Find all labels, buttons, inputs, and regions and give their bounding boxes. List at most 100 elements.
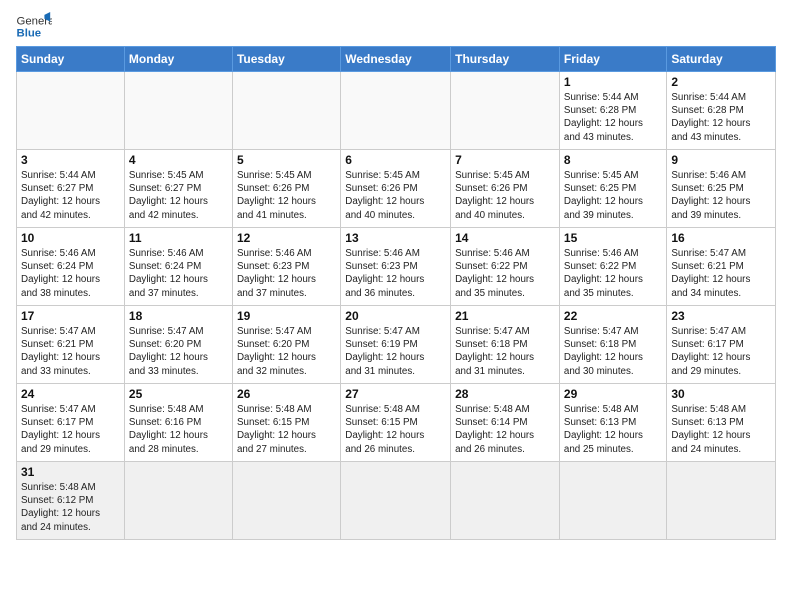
cell-daylight-info: Sunrise: 5:48 AMSunset: 6:12 PMDaylight:… [21,481,120,534]
calendar-cell: 18 Sunrise: 5:47 AMSunset: 6:20 PMDayligh… [124,306,232,384]
calendar-week-row: 10 Sunrise: 5:46 AMSunset: 6:24 PMDayligh… [17,228,776,306]
calendar-cell: 2 Sunrise: 5:44 AMSunset: 6:28 PMDaylight… [667,72,776,150]
cell-day-number: 19 [237,309,336,323]
calendar-cell: 14 Sunrise: 5:46 AMSunset: 6:22 PMDayligh… [451,228,560,306]
calendar-cell: 26Sunrise: 5:48 AMSunset: 6:15 PMDayligh… [232,384,340,462]
cell-daylight-info: Sunrise: 5:48 AMSunset: 6:13 PMDaylight:… [564,403,662,456]
cell-day-number: 18 [129,309,228,323]
calendar-week-row: 17Sunrise: 5:47 AMSunset: 6:21 PMDayligh… [17,306,776,384]
cell-day-number: 31 [21,465,120,479]
calendar-cell: 22 Sunrise: 5:47 AMSunset: 6:18 PMDayligh… [559,306,666,384]
calendar-cell [667,462,776,540]
calendar-cell: 25Sunrise: 5:48 AMSunset: 6:16 PMDayligh… [124,384,232,462]
calendar-cell: 11 Sunrise: 5:46 AMSunset: 6:24 PMDayligh… [124,228,232,306]
cell-daylight-info: Sunrise: 5:47 AMSunset: 6:21 PMDaylight:… [671,247,771,300]
cell-daylight-info: Sunrise: 5:46 AMSunset: 6:23 PMDaylight:… [237,247,336,300]
calendar-week-row: 1 Sunrise: 5:44 AMSunset: 6:28 PMDaylight… [17,72,776,150]
cell-daylight-info: Sunrise: 5:48 AMSunset: 6:13 PMDaylight:… [671,403,771,456]
cell-day-number: 3 [21,153,120,167]
cell-day-number: 7 [455,153,555,167]
cell-daylight-info: Sunrise: 5:46 AMSunset: 6:24 PMDaylight:… [21,247,120,300]
cell-daylight-info: Sunrise: 5:47 AMSunset: 6:19 PMDaylight:… [345,325,446,378]
cell-daylight-info: Sunrise: 5:45 AMSunset: 6:26 PMDaylight:… [237,169,336,222]
calendar-cell [559,462,666,540]
calendar-cell: 21Sunrise: 5:47 AMSunset: 6:18 PMDayligh… [451,306,560,384]
cell-daylight-info: Sunrise: 5:46 AMSunset: 6:22 PMDaylight:… [564,247,662,300]
calendar: SundayMondayTuesdayWednesdayThursdayFrid… [16,46,776,540]
weekday-header-wednesday: Wednesday [341,47,451,72]
cell-day-number: 4 [129,153,228,167]
weekday-header-thursday: Thursday [451,47,560,72]
svg-text:Blue: Blue [17,28,42,40]
generalblue-logo-icon: General Blue [16,12,52,40]
cell-daylight-info: Sunrise: 5:47 AMSunset: 6:18 PMDaylight:… [564,325,662,378]
cell-daylight-info: Sunrise: 5:45 AMSunset: 6:26 PMDaylight:… [455,169,555,222]
calendar-cell: 17Sunrise: 5:47 AMSunset: 6:21 PMDayligh… [17,306,125,384]
cell-day-number: 20 [345,309,446,323]
page: General Blue SundayMondayTuesdayWednesda… [0,0,792,612]
calendar-cell: 8 Sunrise: 5:45 AMSunset: 6:25 PMDaylight… [559,150,666,228]
cell-day-number: 8 [564,153,662,167]
calendar-cell: 12 Sunrise: 5:46 AMSunset: 6:23 PMDayligh… [232,228,340,306]
cell-daylight-info: Sunrise: 5:46 AMSunset: 6:22 PMDaylight:… [455,247,555,300]
cell-daylight-info: Sunrise: 5:45 AMSunset: 6:27 PMDaylight:… [129,169,228,222]
cell-day-number: 26 [237,387,336,401]
cell-daylight-info: Sunrise: 5:47 AMSunset: 6:20 PMDaylight:… [129,325,228,378]
cell-day-number: 14 [455,231,555,245]
cell-day-number: 24 [21,387,120,401]
cell-day-number: 1 [564,75,662,89]
calendar-cell [341,462,451,540]
cell-day-number: 12 [237,231,336,245]
calendar-cell: 4 Sunrise: 5:45 AMSunset: 6:27 PMDaylight… [124,150,232,228]
calendar-cell: 6 Sunrise: 5:45 AMSunset: 6:26 PMDaylight… [341,150,451,228]
calendar-cell [232,72,340,150]
cell-day-number: 22 [564,309,662,323]
calendar-cell: 5Sunrise: 5:45 AMSunset: 6:26 PMDaylight… [232,150,340,228]
cell-daylight-info: Sunrise: 5:46 AMSunset: 6:25 PMDaylight:… [671,169,771,222]
cell-day-number: 9 [671,153,771,167]
cell-daylight-info: Sunrise: 5:45 AMSunset: 6:25 PMDaylight:… [564,169,662,222]
cell-day-number: 16 [671,231,771,245]
weekday-header-tuesday: Tuesday [232,47,340,72]
cell-day-number: 30 [671,387,771,401]
calendar-cell [451,462,560,540]
calendar-cell: 10 Sunrise: 5:46 AMSunset: 6:24 PMDayligh… [17,228,125,306]
cell-daylight-info: Sunrise: 5:47 AMSunset: 6:21 PMDaylight:… [21,325,120,378]
cell-day-number: 23 [671,309,771,323]
cell-day-number: 28 [455,387,555,401]
calendar-cell: 29Sunrise: 5:48 AMSunset: 6:13 PMDayligh… [559,384,666,462]
calendar-cell [17,72,125,150]
calendar-cell: 30 Sunrise: 5:48 AMSunset: 6:13 PMDayligh… [667,384,776,462]
calendar-cell: 1 Sunrise: 5:44 AMSunset: 6:28 PMDaylight… [559,72,666,150]
calendar-cell: 31 Sunrise: 5:48 AMSunset: 6:12 PMDayligh… [17,462,125,540]
cell-day-number: 11 [129,231,228,245]
cell-daylight-info: Sunrise: 5:46 AMSunset: 6:23 PMDaylight:… [345,247,446,300]
cell-daylight-info: Sunrise: 5:47 AMSunset: 6:17 PMDaylight:… [21,403,120,456]
logo: General Blue [16,12,52,40]
calendar-cell [232,462,340,540]
calendar-cell: 19 Sunrise: 5:47 AMSunset: 6:20 PMDayligh… [232,306,340,384]
cell-day-number: 15 [564,231,662,245]
cell-daylight-info: Sunrise: 5:47 AMSunset: 6:17 PMDaylight:… [671,325,771,378]
cell-daylight-info: Sunrise: 5:44 AMSunset: 6:28 PMDaylight:… [564,91,662,144]
calendar-cell: 3Sunrise: 5:44 AMSunset: 6:27 PMDaylight… [17,150,125,228]
calendar-cell [124,72,232,150]
cell-day-number: 6 [345,153,446,167]
weekday-header-monday: Monday [124,47,232,72]
cell-day-number: 21 [455,309,555,323]
cell-daylight-info: Sunrise: 5:47 AMSunset: 6:20 PMDaylight:… [237,325,336,378]
cell-day-number: 2 [671,75,771,89]
calendar-cell: 15 Sunrise: 5:46 AMSunset: 6:22 PMDayligh… [559,228,666,306]
weekday-header-saturday: Saturday [667,47,776,72]
weekday-header-friday: Friday [559,47,666,72]
cell-day-number: 27 [345,387,446,401]
cell-daylight-info: Sunrise: 5:48 AMSunset: 6:15 PMDaylight:… [345,403,446,456]
cell-day-number: 10 [21,231,120,245]
cell-daylight-info: Sunrise: 5:46 AMSunset: 6:24 PMDaylight:… [129,247,228,300]
weekday-header-row: SundayMondayTuesdayWednesdayThursdayFrid… [17,47,776,72]
calendar-cell: 23 Sunrise: 5:47 AMSunset: 6:17 PMDayligh… [667,306,776,384]
cell-daylight-info: Sunrise: 5:44 AMSunset: 6:28 PMDaylight:… [671,91,771,144]
calendar-cell: 7 Sunrise: 5:45 AMSunset: 6:26 PMDaylight… [451,150,560,228]
cell-daylight-info: Sunrise: 5:45 AMSunset: 6:26 PMDaylight:… [345,169,446,222]
calendar-week-row: 31 Sunrise: 5:48 AMSunset: 6:12 PMDayligh… [17,462,776,540]
